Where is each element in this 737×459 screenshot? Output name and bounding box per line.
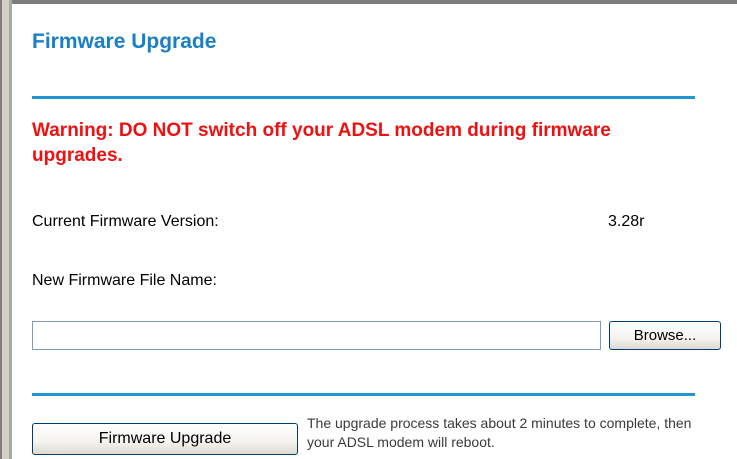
current-firmware-value: 3.28r — [608, 213, 645, 230]
upgrade-note: The upgrade process takes about 2 minute… — [307, 415, 692, 450]
window-frame-left — [0, 0, 12, 459]
browse-button[interactable]: Browse... — [609, 321, 721, 350]
warning-message: Warning: DO NOT switch off your ADSL mod… — [32, 120, 611, 166]
current-firmware-label: Current Firmware Version: — [32, 213, 219, 230]
new-firmware-file-label: New Firmware File Name: — [32, 272, 217, 289]
divider-top — [32, 96, 695, 99]
window-frame-top — [0, 0, 737, 4]
firmware-file-input[interactable] — [32, 321, 601, 350]
firmware-upgrade-button[interactable]: Firmware Upgrade — [32, 423, 298, 455]
divider-bottom — [32, 393, 695, 396]
page-title: Firmware Upgrade — [32, 30, 217, 53]
